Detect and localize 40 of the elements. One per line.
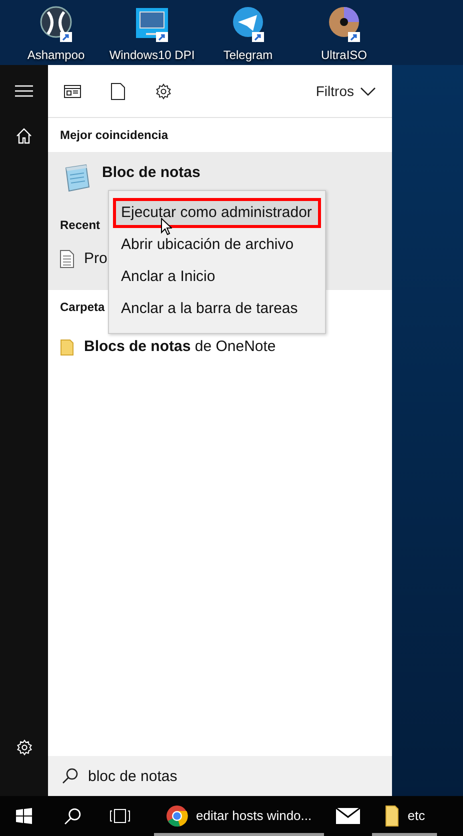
menu-item[interactable]: Ejecutar como administrador bbox=[113, 198, 321, 228]
section-heading: Recent bbox=[59, 216, 102, 234]
settings-icon[interactable] bbox=[155, 82, 172, 100]
shortcut-icon bbox=[326, 6, 362, 42]
document-icon bbox=[60, 250, 74, 268]
shortcut-label: UltraISO bbox=[320, 47, 367, 64]
menu-item[interactable]: Anclar a la barra de tareas bbox=[113, 294, 321, 324]
menu-item[interactable]: Anclar a Inicio bbox=[113, 262, 321, 292]
section-heading: Carpeta bbox=[59, 299, 106, 316]
section-heading: Mejor coincidencia bbox=[59, 127, 170, 144]
document-icon[interactable] bbox=[111, 82, 125, 100]
search-field[interactable]: bloc de notas bbox=[48, 756, 392, 796]
folder-icon bbox=[384, 805, 400, 827]
menu-item[interactable]: Abrir ubicación de archivo bbox=[113, 230, 321, 260]
desktop-shortcut[interactable]: Windows10 DPI bbox=[104, 0, 200, 65]
app-title: Bloc de notas bbox=[102, 163, 200, 183]
chrome-icon bbox=[166, 805, 188, 827]
shortcut-label: Ashampoo bbox=[27, 47, 85, 64]
taskbar-app[interactable]: editar hosts windo... bbox=[154, 796, 324, 836]
shortcut-icon bbox=[38, 6, 74, 42]
shortcut-label: Windows10 DPI bbox=[109, 47, 195, 64]
taskbar-app[interactable]: etc bbox=[372, 796, 437, 836]
chevron-down-icon bbox=[360, 86, 376, 96]
windows-logo-icon bbox=[16, 808, 32, 824]
folder-result[interactable]: Blocs de notas de OneNote bbox=[84, 336, 276, 358]
menu-icon[interactable] bbox=[15, 85, 33, 97]
mail-icon bbox=[336, 808, 360, 824]
home-icon[interactable] bbox=[16, 128, 32, 144]
filter-dropdown[interactable]: Filtros bbox=[316, 80, 376, 102]
task-view-icon bbox=[110, 809, 130, 823]
desktop-shortcut[interactable]: UltraISO bbox=[296, 0, 392, 65]
shortcut-icon bbox=[134, 6, 170, 42]
search-icon bbox=[64, 808, 80, 824]
desktop-shortcut[interactable]: Ashampoo bbox=[8, 0, 104, 65]
document-list-icon[interactable] bbox=[64, 84, 81, 98]
shortcut-label: Telegram bbox=[223, 47, 273, 64]
folder-icon bbox=[60, 338, 74, 356]
desktop-shortcut[interactable]: Telegram bbox=[200, 0, 296, 65]
shortcut-icon bbox=[230, 6, 266, 42]
recent-item[interactable]: Pro bbox=[84, 248, 108, 270]
